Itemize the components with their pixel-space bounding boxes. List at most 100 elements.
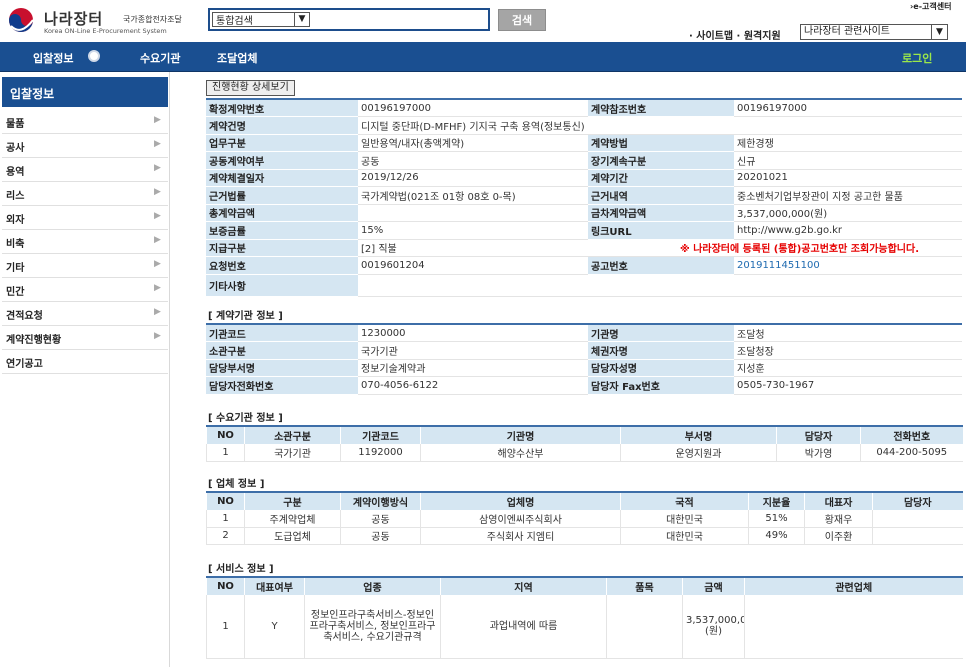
demand-cell: 박가영	[776, 443, 861, 462]
logo-english: Korea ON-Line E-Procurement System	[44, 27, 167, 35]
contract-label: 업무구분	[206, 134, 358, 152]
contract-row: 공동계약여부 공동 장기계속구분 신규	[206, 151, 962, 170]
company-table-header: NO 구분 계약이행방식 업체명 국적 지분율 대표자 담당자	[206, 491, 963, 510]
contract-label: 계약방법	[588, 134, 734, 152]
contract-label: 근거법률	[206, 186, 358, 205]
contract-label: 계약체결일자	[206, 169, 358, 187]
taegeuk-logo-icon	[9, 8, 34, 32]
contract-value: 15%	[358, 221, 588, 240]
agency-value: 지성훈	[734, 359, 962, 377]
sidebar-item-contract-status[interactable]: 계약진행현황 ▶	[2, 326, 168, 350]
nav-item-supplier[interactable]: 조달업체	[217, 50, 257, 66]
sidebar-item-construction[interactable]: 공사 ▶	[2, 134, 168, 158]
related-sites-select[interactable]: 나라장터 관련사이트 ▼	[800, 24, 948, 40]
demand-cell: 044-200-5095	[860, 443, 963, 462]
contract-label: 보증금률	[206, 221, 358, 240]
company-cell: 공동	[340, 509, 421, 528]
search-scope-value: 통합검색	[216, 16, 253, 27]
company-cell: 황재우	[804, 509, 873, 528]
contract-value: 00196197000	[358, 99, 588, 117]
demand-table-header: NO 소관구분 기관코드 기관명 부서명 담당자 전화번호	[206, 425, 963, 444]
sidebar-item-goods[interactable]: 물품 ▶	[2, 110, 168, 134]
chevron-down-icon: ▼	[294, 12, 309, 27]
util-links[interactable]: · 사이트맵 · 원격지원	[689, 27, 781, 42]
sidebar-item-stockpile[interactable]: 비축 ▶	[2, 230, 168, 254]
company-column-header: 계약이행방식	[340, 491, 421, 510]
company-cell: 51%	[748, 509, 805, 528]
logo-name: 나라장터	[44, 10, 104, 28]
nav-item-bid-info[interactable]: 입찰정보	[33, 50, 73, 66]
company-cell	[872, 527, 963, 545]
demand-column-header: 담당자	[776, 425, 861, 444]
main-nav: 입찰정보 수요기관 조달업체 로그인	[0, 42, 966, 72]
sidebar-item-lease[interactable]: 리스 ▶	[2, 182, 168, 206]
company-section-title: [ 업체 정보 ]	[208, 479, 265, 490]
company-cell: 2	[206, 527, 245, 545]
sidebar-item-private[interactable]: 민간 ▶	[2, 278, 168, 302]
search-scope-select[interactable]: 통합검색 ▼	[212, 12, 310, 27]
sidebar-item-foreign[interactable]: 외자 ▶	[2, 206, 168, 230]
contract-value	[358, 204, 588, 222]
related-sites-value: 나라장터 관련사이트	[804, 26, 890, 37]
contract-row: 기타사항	[206, 274, 962, 297]
contract-row: 계약건명 디지털 중단파(D-MFHF) 기지국 구축 용역(정보통신)	[206, 116, 962, 135]
service-column-header: 품목	[606, 576, 683, 595]
agency-row: 담당자전화번호 070-4056-6122 담당자 Fax번호 0505-730-19…	[206, 376, 962, 395]
sidebar: 입찰정보 물품 ▶ 공사 ▶ 용역 ▶ 리스 ▶ 외자 ▶ 비축 ▶ 기타 ▶ 민간 ▶ 견적요…	[0, 72, 170, 667]
service-section-title: [ 서비스 정보 ]	[208, 564, 274, 575]
service-table-header: NO 대표여부 업종 지역 품목 금액 관련업체	[206, 576, 963, 595]
search-button[interactable]: 검색	[498, 9, 546, 31]
company-column-header: 국적	[620, 491, 749, 510]
customer-center-link[interactable]: ›e-고객센터	[910, 1, 951, 12]
agency-label: 담당부서명	[206, 359, 358, 377]
contract-label: 금차계약금액	[588, 204, 734, 222]
nav-item-demand-agency[interactable]: 수요기관	[140, 50, 180, 66]
company-cell: 대한민국	[620, 527, 749, 545]
notice-number-link[interactable]: 2019111451100	[734, 256, 962, 275]
company-cell: 주계약업체	[244, 509, 341, 528]
service-cell	[744, 594, 963, 659]
contract-label: 요청번호	[206, 256, 358, 275]
service-cell: 1	[206, 594, 245, 659]
contract-row: 요청번호 0019601204 공고번호 2019111451100	[206, 256, 962, 275]
progress-detail-button[interactable]: 진행현황 상세보기	[206, 80, 295, 96]
service-table-body: 1 Y 정보인프라구축서비스-정보인프라구축서비스, 정보인프라구축서비스, 수요기…	[206, 594, 963, 659]
company-cell: 공동	[340, 527, 421, 545]
logo[interactable]: 나라장터 국가종합전자조달 Korea ON-Line E-Procuremen…	[6, 6, 196, 36]
service-table: NO 대표여부 업종 지역 품목 금액 관련업체 1 Y 정보인프라구축서비스-정보인프라구축서…	[206, 576, 963, 659]
contract-label: 계약기간	[588, 169, 734, 187]
contract-value: 중소벤처기업부장관이 지정 공고한 물품	[734, 186, 962, 205]
contract-row: 보증금률 15% 링크URL http://www.g2b.go.kr	[206, 221, 962, 240]
service-header-row: NO 대표여부 업종 지역 품목 금액 관련업체	[206, 576, 963, 595]
company-column-header: 구분	[244, 491, 341, 510]
service-cell	[606, 594, 683, 659]
sidebar-item-etc[interactable]: 기타 ▶	[2, 254, 168, 278]
chevron-right-icon: ▶	[154, 307, 161, 317]
demand-section-title: [ 수요기관 정보 ]	[208, 413, 283, 424]
company-cell: 대한민국	[620, 509, 749, 528]
contract-value: 2019/12/26	[358, 169, 588, 187]
company-column-header: NO	[206, 491, 245, 510]
demand-column-header: 전화번호	[860, 425, 963, 444]
contract-value: [2] 직불	[358, 239, 588, 257]
sidebar-item-postponed[interactable]: 연기공고	[2, 350, 168, 374]
contract-value: 국가계약법(021조 01항 08호 0-목)	[358, 186, 588, 205]
service-column-header: NO	[206, 576, 245, 595]
contract-row: 계약체결일자 2019/12/26 계약기간 20201021	[206, 169, 962, 187]
demand-column-header: 기관코드	[340, 425, 421, 444]
chevron-right-icon: ▶	[154, 187, 161, 197]
contract-label: 총계약금액	[206, 204, 358, 222]
chevron-right-icon: ▶	[154, 211, 161, 221]
sidebar-item-service[interactable]: 용역 ▶	[2, 158, 168, 182]
service-column-header: 업종	[304, 576, 441, 595]
contract-row: 업무구분 일반용역/내자(총액계약) 계약방법 제한경쟁	[206, 134, 962, 152]
sidebar-item-quote[interactable]: 견적요청 ▶	[2, 302, 168, 326]
contract-value: http://www.g2b.go.kr	[734, 221, 962, 240]
demand-cell: 1192000	[340, 443, 421, 462]
contract-value: 공동	[358, 151, 588, 170]
contract-label: 근거내역	[588, 186, 734, 205]
login-link[interactable]: 로그인	[902, 50, 932, 66]
agency-info-table: 기관코드 1230000 기관명 조달청 소관구분 국가기관 체권자명 조달청장 담당부서명 정보…	[206, 323, 962, 395]
search-input[interactable]: 통합검색 ▼	[208, 8, 490, 31]
company-cell: 도급업체	[244, 527, 341, 545]
